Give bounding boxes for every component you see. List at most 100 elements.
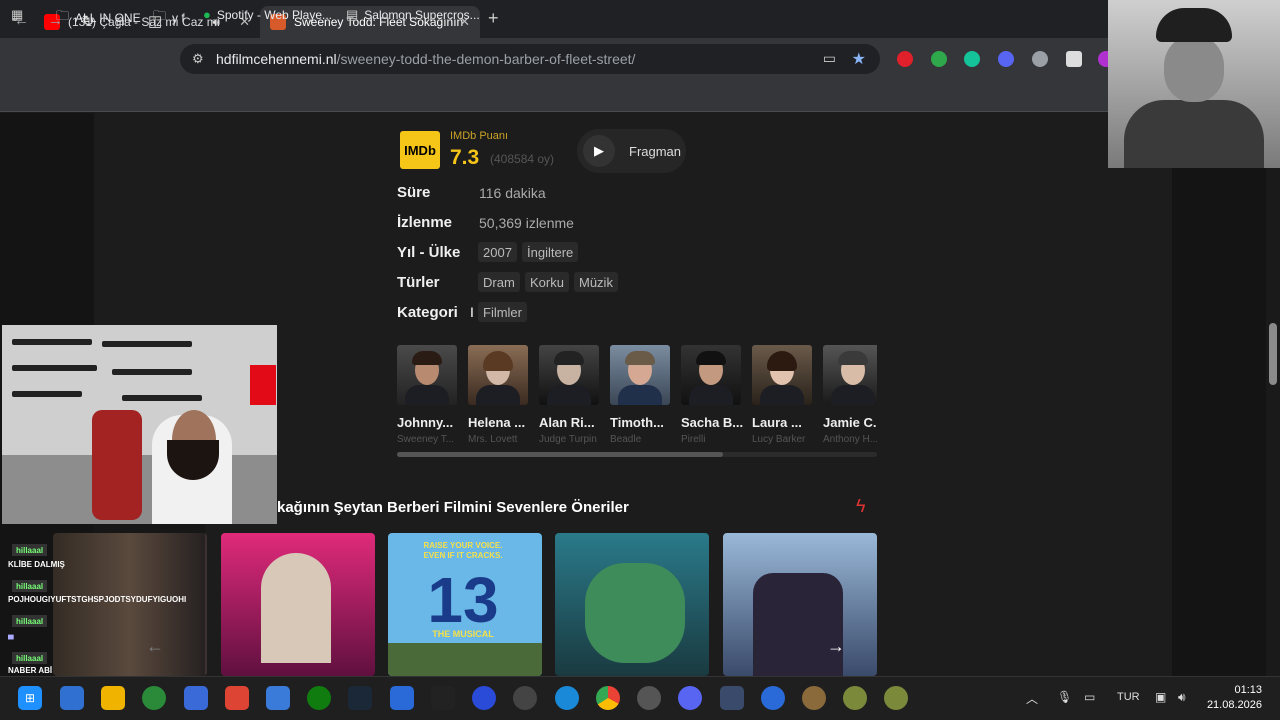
recommendation-poster[interactable] <box>723 533 877 676</box>
recommendations-title: kağının Şeytan Berberi Filmini Sevenlere… <box>277 499 629 516</box>
folder-icon: 🗀︎ <box>56 8 70 23</box>
cast-card[interactable]: Alan Ri... Judge Turpin <box>539 345 601 445</box>
scrollbar-thumb[interactable] <box>1269 323 1277 385</box>
new-tab-icon[interactable]: + <box>488 8 499 29</box>
chat-emote-icon: ▄ <box>8 630 14 639</box>
file-explorer-icon[interactable] <box>101 686 125 710</box>
app-icon[interactable] <box>60 686 84 710</box>
url-path: /sweeney-todd-the-demon-barber-of-fleet-… <box>336 51 636 67</box>
cast-role: Anthony H... <box>823 434 877 445</box>
recommendation-poster[interactable] <box>221 533 375 676</box>
cast-card[interactable]: Jamie C... Anthony H... <box>823 345 877 445</box>
trailer-button[interactable]: ▶ Fragman <box>577 129 686 173</box>
year-country-label: Yıl - Ülke <box>397 244 461 261</box>
duration-label: Süre <box>397 184 431 201</box>
page-scrollbar[interactable] <box>1266 113 1280 676</box>
xbox-app-icon[interactable] <box>307 686 331 710</box>
cast-role: Mrs. Lovett <box>468 434 518 445</box>
year-chip[interactable]: 2007 <box>478 242 517 262</box>
cast-role: Sweeney T... <box>397 434 455 445</box>
apps-grid-icon[interactable]: ▦ <box>11 7 29 23</box>
calculator-icon[interactable] <box>720 686 744 710</box>
text-cursor-icon: I <box>470 304 474 320</box>
discord-icon[interactable] <box>678 686 702 710</box>
steam-icon[interactable] <box>348 686 372 710</box>
cast-card[interactable]: Sacha B... Pirelli <box>681 345 743 445</box>
cast-scrollbar[interactable] <box>397 452 877 457</box>
cast-name: Timoth... <box>610 415 664 430</box>
system-clock[interactable]: 01:13 21.08.2026 <box>1206 683 1262 713</box>
app-icon[interactable] <box>225 686 249 710</box>
app-icon[interactable] <box>184 686 208 710</box>
xbox-icon[interactable] <box>142 686 166 710</box>
app-icon[interactable] <box>761 686 785 710</box>
cast-photo <box>681 345 741 405</box>
epic-games-icon[interactable] <box>431 686 455 710</box>
microphone-icon[interactable]: 🎙︎ <box>1057 690 1072 704</box>
bookmark-folder-all-in-one[interactable]: 🗀︎ ALL IN ONE <box>56 7 141 29</box>
imdb-votes: (408584 oy) <box>490 152 555 166</box>
app-icon[interactable] <box>802 686 826 710</box>
volume-icon[interactable]: 🔊︎ <box>1178 690 1186 705</box>
genre-chip[interactable]: Dram <box>478 272 520 292</box>
extension-icon[interactable] <box>897 51 913 67</box>
spotify-icon: ● <box>203 7 211 22</box>
cast-role: Judge Turpin <box>539 434 597 445</box>
flag-icon <box>250 365 276 405</box>
cast-scroll-thumb[interactable] <box>397 452 724 457</box>
chat-username: hillaaal <box>12 652 48 664</box>
chat-message: KLİBE DALMIŞ <box>8 560 65 569</box>
category-label: Kategori <box>397 304 458 321</box>
portrait-overlay <box>1108 0 1280 168</box>
cast-card[interactable]: Johnny... Sweeney T... <box>397 345 459 445</box>
language-indicator[interactable]: TUR <box>1117 691 1140 703</box>
extension-icon[interactable] <box>931 51 947 67</box>
address-bar[interactable]: ⚙ hdfilmcehennemi.nl/sweeney-todd-the-de… <box>180 44 880 74</box>
cast-card[interactable]: Helena ... Mrs. Lovett <box>468 345 530 445</box>
recommendation-poster[interactable] <box>555 533 709 676</box>
shield-extension-icon[interactable] <box>1032 51 1048 67</box>
genre-chip[interactable]: Korku <box>525 272 569 292</box>
cast-card[interactable]: Laura ... Lucy Barker <box>752 345 814 445</box>
country-chip[interactable]: İngiltere <box>522 242 579 262</box>
cast-name: Johnny... <box>397 415 454 430</box>
carousel-next-icon[interactable]: → <box>827 636 845 657</box>
cast-role: Pirelli <box>681 434 706 445</box>
battlenet-icon[interactable] <box>390 686 414 710</box>
chat-username: hillaaal <box>12 615 48 627</box>
bookmark-folder-yf[interactable]: 🗀︎ y f <box>153 7 185 29</box>
bookmark-spotify[interactable]: ● Spotify - Web Playe... <box>203 7 332 22</box>
app-icon[interactable] <box>637 686 661 710</box>
url-host: hdfilmcehennemi.nl <box>216 51 337 67</box>
keyboard-icon[interactable]: ▭ <box>1084 690 1095 704</box>
category-chip[interactable]: Filmler <box>478 302 527 322</box>
cast-photo <box>397 345 457 405</box>
site-info-icon[interactable]: ⚙ <box>192 51 204 67</box>
install-app-icon[interactable]: ▭ <box>823 50 836 67</box>
store-icon[interactable] <box>266 686 290 710</box>
ubisoft-icon[interactable] <box>513 686 537 710</box>
extension-icon[interactable] <box>1066 51 1082 67</box>
cast-photo <box>468 345 528 405</box>
tray-chevron-icon[interactable]: ︿ <box>1026 690 1038 707</box>
chrome-icon[interactable] <box>596 686 620 710</box>
cast-photo <box>752 345 812 405</box>
start-icon[interactable]: ⊞ <box>18 686 42 710</box>
gaming-chair <box>92 410 142 520</box>
bookmark-salomon[interactable]: ▤ Salomon Supercros... <box>346 7 480 23</box>
discord-extension-icon[interactable] <box>998 51 1014 67</box>
genre-chip[interactable]: Müzik <box>574 272 618 292</box>
edge-icon[interactable] <box>555 686 579 710</box>
cast-card[interactable]: Timoth... Beadle <box>610 345 672 445</box>
app-icon[interactable] <box>843 686 867 710</box>
network-icon[interactable]: ▣ <box>1155 690 1166 704</box>
grammarly-icon[interactable] <box>964 51 980 67</box>
imdb-logo: IMDb <box>400 131 440 169</box>
views-value: 50,369 izlenme <box>479 215 574 231</box>
app-icon[interactable] <box>884 686 908 710</box>
recommendation-poster[interactable]: RAISE YOUR VOICE. EVEN IF IT CRACKS. 13 … <box>388 533 542 676</box>
streamer-webcam <box>2 325 277 524</box>
bookmark-star-icon[interactable]: ★ <box>852 49 866 69</box>
cast-name: Sacha B... <box>681 415 743 430</box>
ea-app-icon[interactable] <box>472 686 496 710</box>
